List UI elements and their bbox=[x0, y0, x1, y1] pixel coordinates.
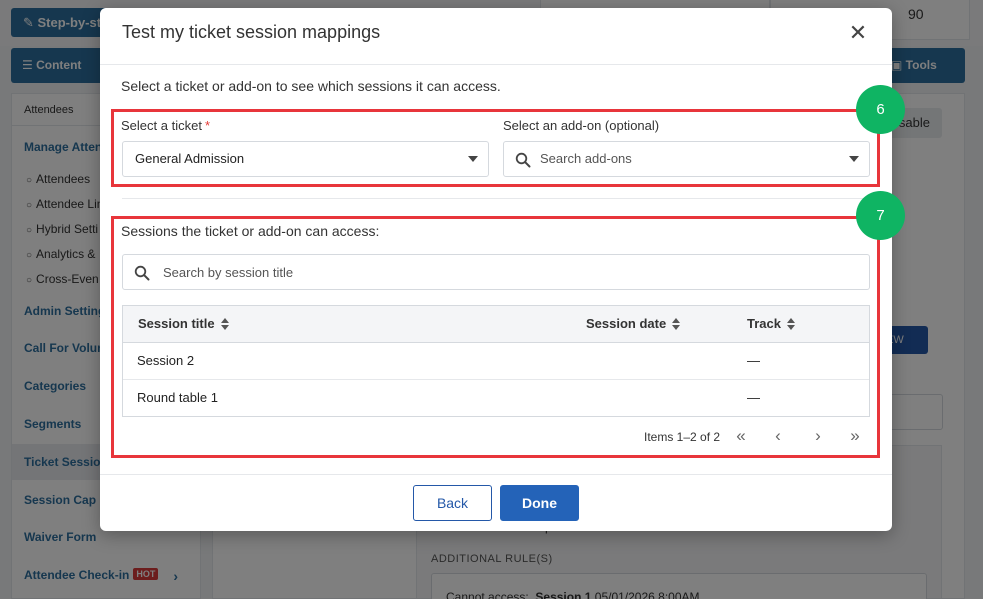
highlight-box-sessions bbox=[111, 216, 880, 458]
divider bbox=[100, 64, 892, 65]
divider bbox=[100, 474, 892, 475]
divider bbox=[122, 198, 870, 199]
step-badge-7: 7 bbox=[856, 191, 905, 240]
close-icon[interactable]: ✕ bbox=[844, 20, 872, 48]
done-button[interactable]: Done bbox=[500, 485, 579, 521]
modal-title: Test my ticket session mappings bbox=[122, 22, 381, 42]
highlight-box-selection bbox=[111, 109, 880, 187]
back-button[interactable]: Back bbox=[413, 485, 492, 521]
ticket-session-mapping-modal: Test my ticket session mappings ✕ Select… bbox=[100, 8, 905, 531]
step-badge-6: 6 bbox=[856, 85, 905, 134]
modal-description: Select a ticket or add-on to see which s… bbox=[121, 78, 501, 94]
